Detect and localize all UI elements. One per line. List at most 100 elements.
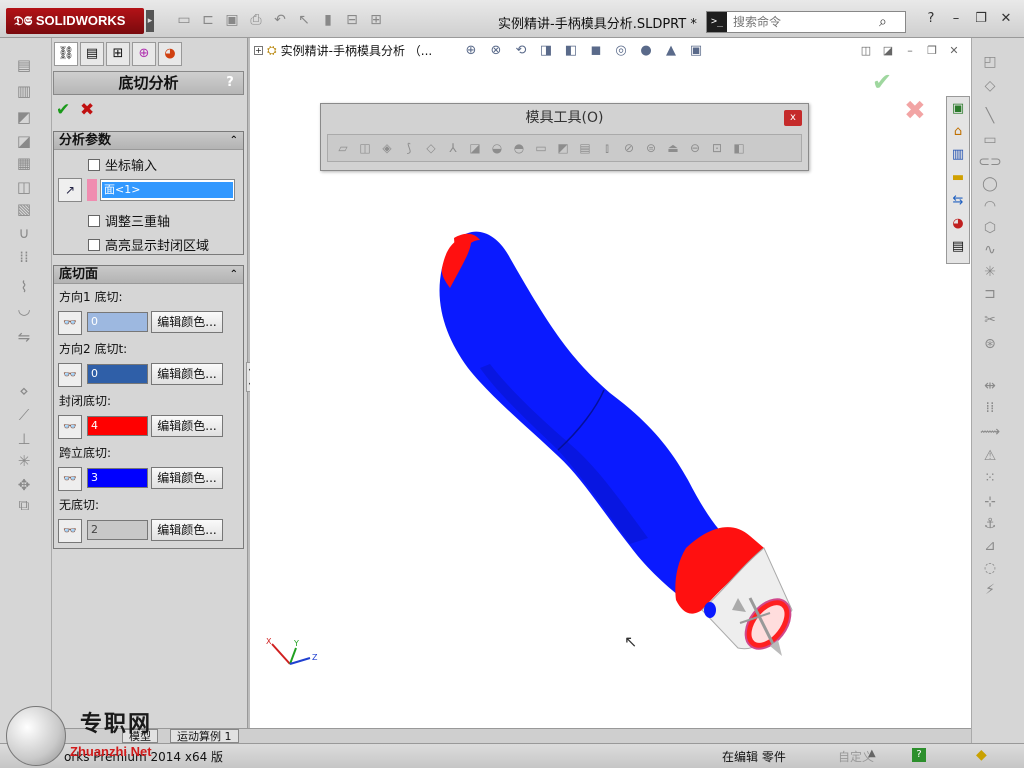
restore-icon[interactable]: ❐ — [973, 11, 989, 27]
circle-icon[interactable]: ◯ — [978, 176, 1002, 194]
quick-snaps-icon[interactable]: ⊹ — [978, 494, 1002, 512]
reference-geometry-icon[interactable]: ⋄ — [12, 382, 36, 400]
coordinate-input-checkbox[interactable] — [88, 158, 100, 171]
search-input[interactable] — [733, 15, 873, 29]
rectangle-icon[interactable]: ▭ — [978, 132, 1002, 150]
undercut-faces-title[interactable]: 底切面 ⌃ — [54, 266, 243, 284]
zoom-to-fit-icon[interactable]: ⊕ — [462, 42, 480, 60]
view-orientation-icon[interactable]: ◧ — [562, 42, 580, 60]
fillet-icon[interactable]: ∪ — [12, 224, 36, 242]
arc-icon[interactable]: ◠ — [978, 198, 1002, 216]
confirm-cancel-icon[interactable]: ✖ — [904, 96, 926, 126]
file-explorer-icon[interactable]: ▬ — [947, 167, 969, 189]
display-style-icon[interactable]: ◼ — [587, 42, 605, 60]
feature-tree-flyout[interactable]: + ⛭ 实例精讲-手柄模具分析 （... — [254, 42, 432, 59]
file-properties-icon[interactable]: ⊟ — [344, 12, 360, 28]
collapse-icon[interactable]: ⌃ — [230, 266, 238, 284]
display-manager-tab[interactable]: ◕ — [158, 42, 182, 66]
tags-icon[interactable]: ◆ — [976, 747, 987, 763]
hide-show-items-icon[interactable]: ◎ — [612, 42, 630, 60]
knit-surface-icon[interactable]: ⟆ — [400, 139, 418, 157]
close-icon[interactable]: ✕ — [998, 11, 1014, 27]
ruled-surface-icon[interactable]: ◈ — [378, 139, 396, 157]
mirror-entities-icon[interactable]: ⇹ — [978, 378, 1002, 396]
section-view-icon[interactable]: ◨ — [537, 42, 555, 60]
graphics-viewport[interactable]: + ⛭ 实例精讲-手柄模具分析 （... ⊕ ⊗ ⟲ ◨ ◧ ◼ ◎ ● ▲ ▣… — [250, 38, 971, 728]
units-dropdown-icon[interactable]: ▲ — [868, 748, 876, 759]
previous-view-icon[interactable]: ⟲ — [512, 42, 530, 60]
show-hide-no-undercut-icon[interactable]: 👓 — [58, 519, 82, 543]
instant3d-icon[interactable]: ⊥ — [12, 430, 36, 448]
appearances-icon[interactable]: ◕ — [947, 213, 969, 235]
show-hide-closed-icon[interactable]: 👓 — [58, 415, 82, 439]
edit-color-no-undercut-button[interactable]: 编辑颜色... — [151, 519, 223, 541]
hole-icon[interactable]: ▧ — [12, 200, 36, 218]
show-hide-straddle-icon[interactable]: 👓 — [58, 467, 82, 491]
loft-icon[interactable]: ◪ — [12, 132, 36, 150]
toolbar-close-button[interactable]: x — [784, 110, 802, 126]
offset-entities-icon[interactable]: ⊛ — [978, 336, 1002, 354]
cut-icon[interactable]: ◫ — [12, 178, 36, 196]
apply-scene-icon[interactable]: ▲ — [662, 42, 680, 60]
direction-pull-icon[interactable]: ↗ — [58, 178, 82, 202]
display-relations-icon[interactable]: ⚠ — [978, 448, 1002, 466]
planar-surface-icon[interactable]: ◇ — [422, 139, 440, 157]
select-icon[interactable]: ↖ — [296, 12, 312, 28]
edit-color-direction1-button[interactable]: 编辑颜色... — [151, 311, 223, 333]
feature-manager-tab[interactable]: ⛓ — [54, 42, 78, 66]
coordinate-input-row[interactable]: 坐标输入 — [88, 155, 157, 174]
show-hide-direction1-icon[interactable]: 👓 — [58, 311, 82, 335]
ok-check-icon[interactable]: ✔ — [56, 100, 70, 120]
print-icon[interactable]: ⎙ — [248, 12, 264, 28]
property-manager-tab[interactable]: ▤ — [80, 42, 104, 66]
home-icon[interactable]: ⌂ — [947, 121, 969, 143]
dimxpert-tab[interactable]: ⊕ — [132, 42, 156, 66]
adjust-triad-row[interactable]: 调整三重轴 — [88, 211, 170, 230]
insert-mold-folder-icon[interactable]: ▤ — [576, 139, 594, 157]
revolve-icon[interactable]: ▥ — [12, 82, 36, 100]
linear-pattern-icon[interactable]: ⁞⁞ — [978, 400, 1002, 418]
viewport-prev-icon[interactable]: ◫ — [859, 44, 873, 57]
offset-surface-icon[interactable]: ◫ — [356, 139, 374, 157]
ruled-surface2-icon[interactable]: ⏏ — [664, 139, 682, 157]
shut-off-surface-icon[interactable]: ⊘ — [620, 139, 638, 157]
edit-color-direction2-button[interactable]: 编辑颜色... — [151, 363, 223, 385]
explode-icon[interactable]: ✳ — [12, 452, 36, 470]
view-settings-icon[interactable]: ▣ — [687, 42, 705, 60]
instant2d-icon[interactable]: ⊿ — [978, 538, 1002, 556]
cancel-x-icon[interactable]: ✖ — [80, 100, 94, 120]
rapid-sketch-icon[interactable]: ⚓ — [978, 516, 1002, 534]
split-icon[interactable]: ⧉ — [12, 496, 36, 514]
sketch-icon[interactable]: ◰ — [978, 54, 1002, 72]
rebuild-icon[interactable]: ▮ — [320, 12, 336, 28]
parting-line-analysis-icon[interactable]: ◓ — [510, 139, 528, 157]
move-icon[interactable]: ✥ — [12, 476, 36, 494]
extrude-icon[interactable]: ▤ — [12, 56, 36, 74]
rib-icon[interactable]: ⌇ — [12, 278, 36, 296]
open-icon[interactable]: ⊏ — [200, 12, 216, 28]
repair-sketch-icon[interactable]: ⁙ — [978, 470, 1002, 488]
mold-folder-icon[interactable]: ◧ — [730, 139, 748, 157]
selected-face-item[interactable]: 面<1> — [102, 182, 233, 198]
show-hide-direction2-icon[interactable]: 👓 — [58, 363, 82, 387]
menu-expand-icon[interactable]: ▸ — [146, 10, 154, 32]
slot-icon[interactable]: ⊂⊃ — [978, 154, 1002, 172]
viewport-restore-icon[interactable]: ❐ — [925, 44, 939, 57]
new-document-icon[interactable]: ▭ — [176, 12, 192, 28]
polygon-icon[interactable]: ⬡ — [978, 220, 1002, 238]
search-command-box[interactable]: >_ ⌕ — [706, 11, 906, 33]
customize-icon[interactable]: ⚡ — [978, 582, 1002, 600]
mold-tools-title[interactable]: 模具工具(O) — [321, 104, 808, 132]
spline-icon[interactable]: ∿ — [978, 242, 1002, 260]
shaded-sketch-icon[interactable]: ◌ — [978, 560, 1002, 578]
core-cavity-icon[interactable]: ⊡ — [708, 139, 726, 157]
status-help-icon[interactable]: ? — [912, 748, 926, 762]
confirm-ok-icon[interactable]: ✔ — [872, 68, 892, 96]
scale-icon[interactable]: ▭ — [532, 139, 550, 157]
curves-icon[interactable]: ⟋ — [12, 406, 36, 424]
help-icon[interactable]: ? — [223, 74, 237, 92]
save-icon[interactable]: ▣ — [224, 12, 240, 28]
options-icon[interactable]: ⊞ — [368, 12, 384, 28]
draft-icon[interactable]: ◩ — [554, 139, 572, 157]
help-icon[interactable]: ? — [923, 11, 939, 27]
